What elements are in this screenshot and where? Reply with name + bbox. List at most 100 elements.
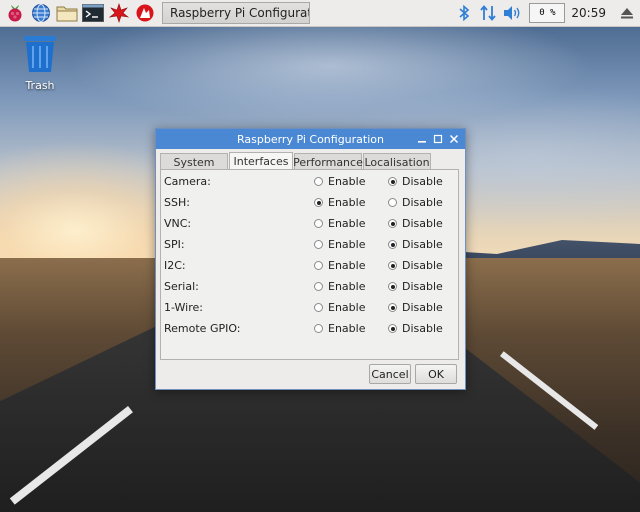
close-button[interactable] [447, 132, 461, 146]
maximize-button[interactable] [431, 132, 445, 146]
radio-indicator [314, 324, 323, 333]
radio-indicator [314, 219, 323, 228]
radio-label: Enable [328, 196, 366, 209]
interface-row-i2c: I2C: Enable Disable [164, 255, 454, 276]
radio-label: Disable [402, 280, 443, 293]
radio-label: Disable [402, 322, 443, 335]
window-controls [413, 129, 461, 149]
camera-enable-radio[interactable]: Enable [314, 175, 365, 188]
cancel-button[interactable]: Cancel [369, 364, 411, 384]
dialog-titlebar[interactable]: Raspberry Pi Configuration [156, 129, 465, 149]
trash-icon [24, 36, 56, 72]
interface-row-camera: Camera: Enable Disable [164, 171, 454, 192]
radio-indicator [388, 198, 397, 207]
eject-icon[interactable] [616, 2, 638, 24]
interface-label: Serial: [164, 280, 199, 293]
radio-indicator [314, 282, 323, 291]
taskbar-window-button[interactable]: Raspberry Pi Configurati... [162, 2, 310, 24]
radio-indicator [388, 324, 397, 333]
radio-indicator [314, 198, 323, 207]
vnc-enable-radio[interactable]: Enable [314, 217, 365, 230]
radio-label: Enable [328, 322, 366, 335]
interface-row-serial: Serial: Enable Disable [164, 276, 454, 297]
wolfram-icon[interactable] [108, 2, 130, 24]
radio-indicator [388, 303, 397, 312]
1-wire-disable-radio[interactable]: Disable [388, 301, 443, 314]
radio-label: Enable [328, 280, 366, 293]
minimize-icon [418, 141, 426, 143]
radio-label: Disable [402, 175, 443, 188]
ssh-enable-radio[interactable]: Enable [314, 196, 365, 209]
interface-label: Remote GPIO: [164, 322, 241, 335]
interface-row-1-wire: 1-Wire: Enable Disable [164, 297, 454, 318]
serial-enable-radio[interactable]: Enable [314, 280, 365, 293]
clock[interactable]: 20:59 [571, 6, 606, 20]
radio-label: Disable [402, 301, 443, 314]
radio-label: Enable [328, 217, 366, 230]
raspberry-menu-icon[interactable] [4, 2, 26, 24]
trash-label: Trash [25, 79, 55, 92]
taskbar-window-label: Raspberry Pi Configurati... [170, 6, 309, 20]
radio-indicator [388, 282, 397, 291]
system-tray: 0 % 20:59 [453, 0, 640, 26]
desktop-trash[interactable]: Trash [14, 34, 66, 92]
network-icon[interactable] [477, 2, 499, 24]
remote-gpio-enable-radio[interactable]: Enable [314, 322, 365, 335]
radio-indicator [388, 177, 397, 186]
interface-row-remote-gpio: Remote GPIO: Enable Disable [164, 318, 454, 339]
ok-button[interactable]: OK [415, 364, 457, 384]
ssh-disable-radio[interactable]: Disable [388, 196, 443, 209]
vnc-disable-radio[interactable]: Disable [388, 217, 443, 230]
camera-disable-radio[interactable]: Disable [388, 175, 443, 188]
tab-system[interactable]: System [160, 153, 228, 170]
interface-label: I2C: [164, 259, 186, 272]
dialog-title: Raspberry Pi Configuration [236, 132, 384, 146]
radio-label: Enable [328, 175, 366, 188]
serial-disable-radio[interactable]: Disable [388, 280, 443, 293]
radio-indicator [314, 240, 323, 249]
radio-indicator [388, 261, 397, 270]
interface-row-spi: SPI: Enable Disable [164, 234, 454, 255]
interface-label: Camera: [164, 175, 211, 188]
maximize-icon [433, 134, 443, 144]
mathematica-icon[interactable] [134, 2, 156, 24]
radio-indicator [388, 219, 397, 228]
tab-interfaces[interactable]: Interfaces [229, 152, 293, 170]
tab-bar: System Interfaces Performance Localisati… [160, 152, 432, 170]
radio-indicator [314, 261, 323, 270]
interfaces-panel: Camera: Enable Disable SSH: Enable Disab… [160, 169, 459, 360]
interface-label: VNC: [164, 217, 192, 230]
radio-label: Enable [328, 259, 366, 272]
radio-indicator [314, 177, 323, 186]
radio-label: Disable [402, 196, 443, 209]
radio-label: Enable [328, 301, 366, 314]
terminal-icon[interactable] [82, 2, 104, 24]
radio-label: Disable [402, 259, 443, 272]
interface-label: 1-Wire: [164, 301, 203, 314]
spi-disable-radio[interactable]: Disable [388, 238, 443, 251]
interface-label: SSH: [164, 196, 190, 209]
radio-label: Disable [402, 217, 443, 230]
raspberry-pi-configuration-dialog: Raspberry Pi Configuration System Interf… [155, 128, 466, 390]
interface-row-ssh: SSH: Enable Disable [164, 192, 454, 213]
minimize-button[interactable] [415, 132, 429, 146]
cpu-monitor[interactable]: 0 % [529, 3, 566, 23]
i2c-enable-radio[interactable]: Enable [314, 259, 365, 272]
file-manager-icon[interactable] [56, 2, 78, 24]
radio-indicator [388, 240, 397, 249]
interface-row-vnc: VNC: Enable Disable [164, 213, 454, 234]
radio-indicator [314, 303, 323, 312]
web-browser-icon[interactable] [30, 2, 52, 24]
tab-localisation[interactable]: Localisation [363, 153, 431, 170]
bluetooth-icon[interactable] [453, 2, 475, 24]
volume-icon[interactable] [501, 2, 523, 24]
interface-label: SPI: [164, 238, 185, 251]
tab-performance[interactable]: Performance [293, 153, 363, 170]
spi-enable-radio[interactable]: Enable [314, 238, 365, 251]
radio-label: Disable [402, 238, 443, 251]
i2c-disable-radio[interactable]: Disable [388, 259, 443, 272]
remote-gpio-disable-radio[interactable]: Disable [388, 322, 443, 335]
taskbar: Raspberry Pi Configurati... 0 % 20:59 [0, 0, 640, 27]
1-wire-enable-radio[interactable]: Enable [314, 301, 365, 314]
radio-label: Enable [328, 238, 366, 251]
